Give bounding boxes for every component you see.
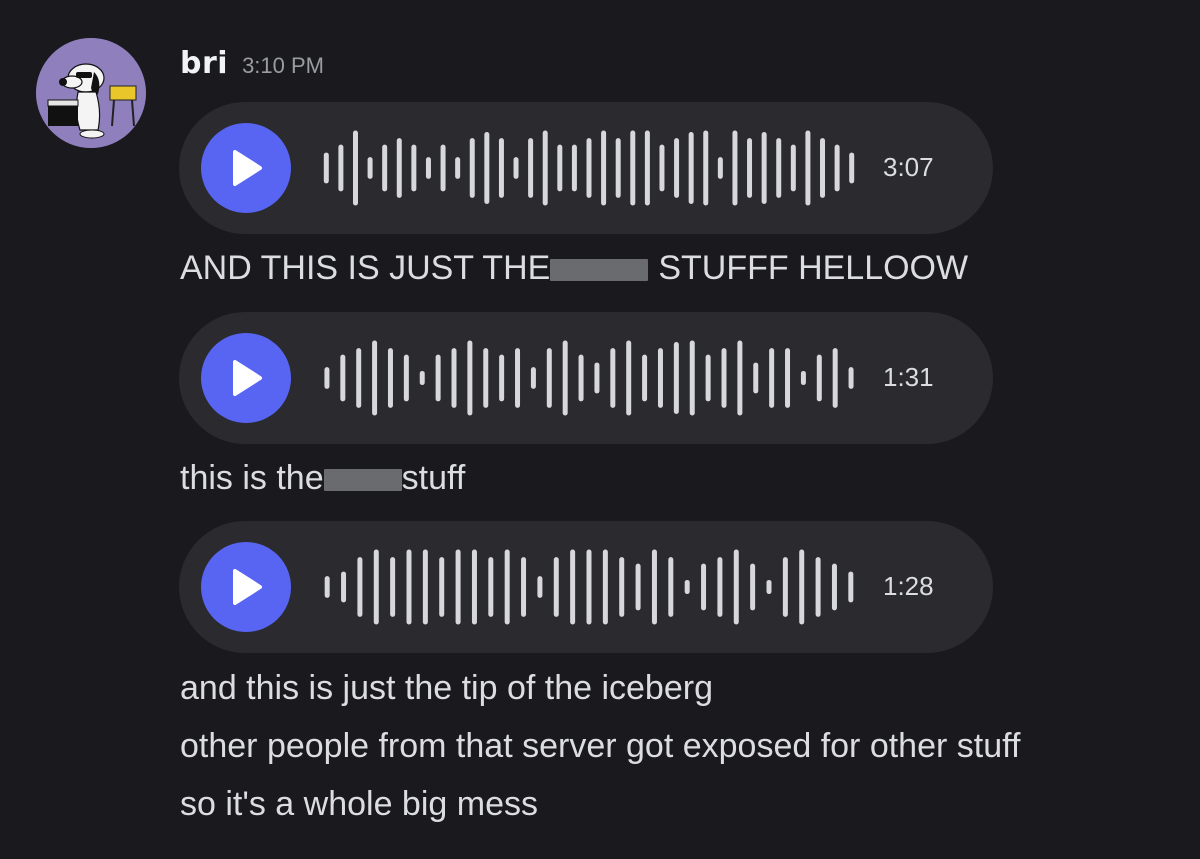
voice-duration: 1:28 [883,571,934,601]
message-text-segment: stuff [401,459,466,497]
redaction-bar [323,469,402,492]
play-button[interactable] [201,542,291,632]
chat-message: bri 3:10 PM 3:07 AND THIS IS JUST THE STU… [0,0,1200,859]
message-text-line: so it's a whole big mess [180,785,538,823]
message-timestamp: 3:10 PM [242,53,324,78]
message-text-line: this is the stuff [180,458,465,498]
voice-duration: 3:07 [883,152,934,182]
message-text-line: and this is just the tip of the iceberg [180,669,713,707]
message-header: bri 3:10 PM [180,46,324,81]
message-text-segment: AND THIS IS JUST THE [180,249,551,287]
redaction-bar [550,259,649,282]
message-text-line: AND THIS IS JUST THE STUFFF HELLOOW [180,248,968,288]
play-button[interactable] [201,123,291,213]
message-text-segment: STUFFF HELLOOW [658,249,969,287]
audio-waveform[interactable] [319,549,859,625]
play-button[interactable] [201,333,291,423]
voice-message: 1:31 [179,312,993,444]
message-text-line: other people from that server got expose… [180,727,1021,765]
play-icon [233,569,262,605]
voice-message: 1:28 [179,521,993,653]
audio-waveform[interactable] [319,130,859,206]
snoopy-director-image [36,38,146,148]
voice-message: 3:07 [179,102,993,234]
message-text-segment: this is the [180,459,324,497]
user-avatar[interactable] [36,38,146,148]
voice-duration: 1:31 [883,362,934,392]
play-icon [233,360,262,396]
username[interactable]: bri [180,46,228,81]
audio-waveform[interactable] [319,340,859,416]
play-icon [233,150,262,186]
